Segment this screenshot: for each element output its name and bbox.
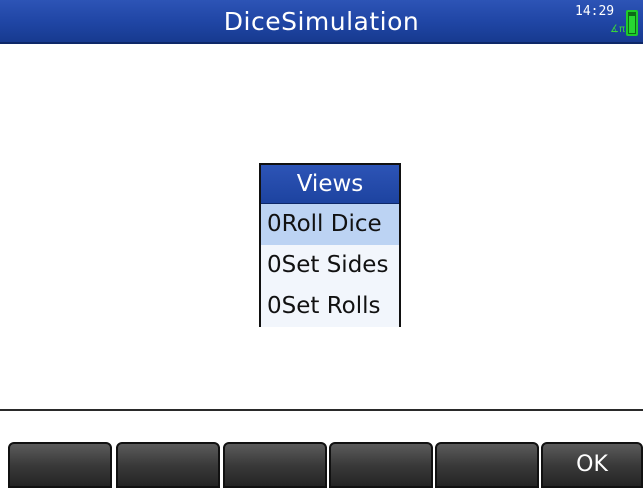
- softkey-3[interactable]: [223, 442, 327, 488]
- softkey-5[interactable]: [435, 442, 539, 488]
- calculator-screen: DiceSimulation 14:29 ∡π Views 0Roll Dice…: [0, 0, 643, 488]
- clock: 14:29: [575, 4, 615, 19]
- command-line-separator: [0, 409, 643, 411]
- views-menu: Views 0Roll Dice 0Set Sides 0Set Rolls: [259, 163, 401, 327]
- battery-icon: [626, 10, 638, 36]
- softkey-1[interactable]: [8, 442, 112, 488]
- menu-item-set-rolls[interactable]: 0Set Rolls: [261, 286, 399, 327]
- title-bar: DiceSimulation 14:29 ∡π: [0, 0, 643, 44]
- app-title: DiceSimulation: [223, 7, 420, 36]
- ok-softkey[interactable]: OK: [541, 442, 643, 488]
- angle-mode-indicator: ∡π: [610, 24, 625, 35]
- softkey-2[interactable]: [116, 442, 220, 488]
- softkey-4[interactable]: [329, 442, 433, 488]
- menu-item-roll-dice[interactable]: 0Roll Dice: [261, 204, 399, 245]
- views-menu-title: Views: [261, 165, 399, 204]
- menu-item-set-sides[interactable]: 0Set Sides: [261, 245, 399, 286]
